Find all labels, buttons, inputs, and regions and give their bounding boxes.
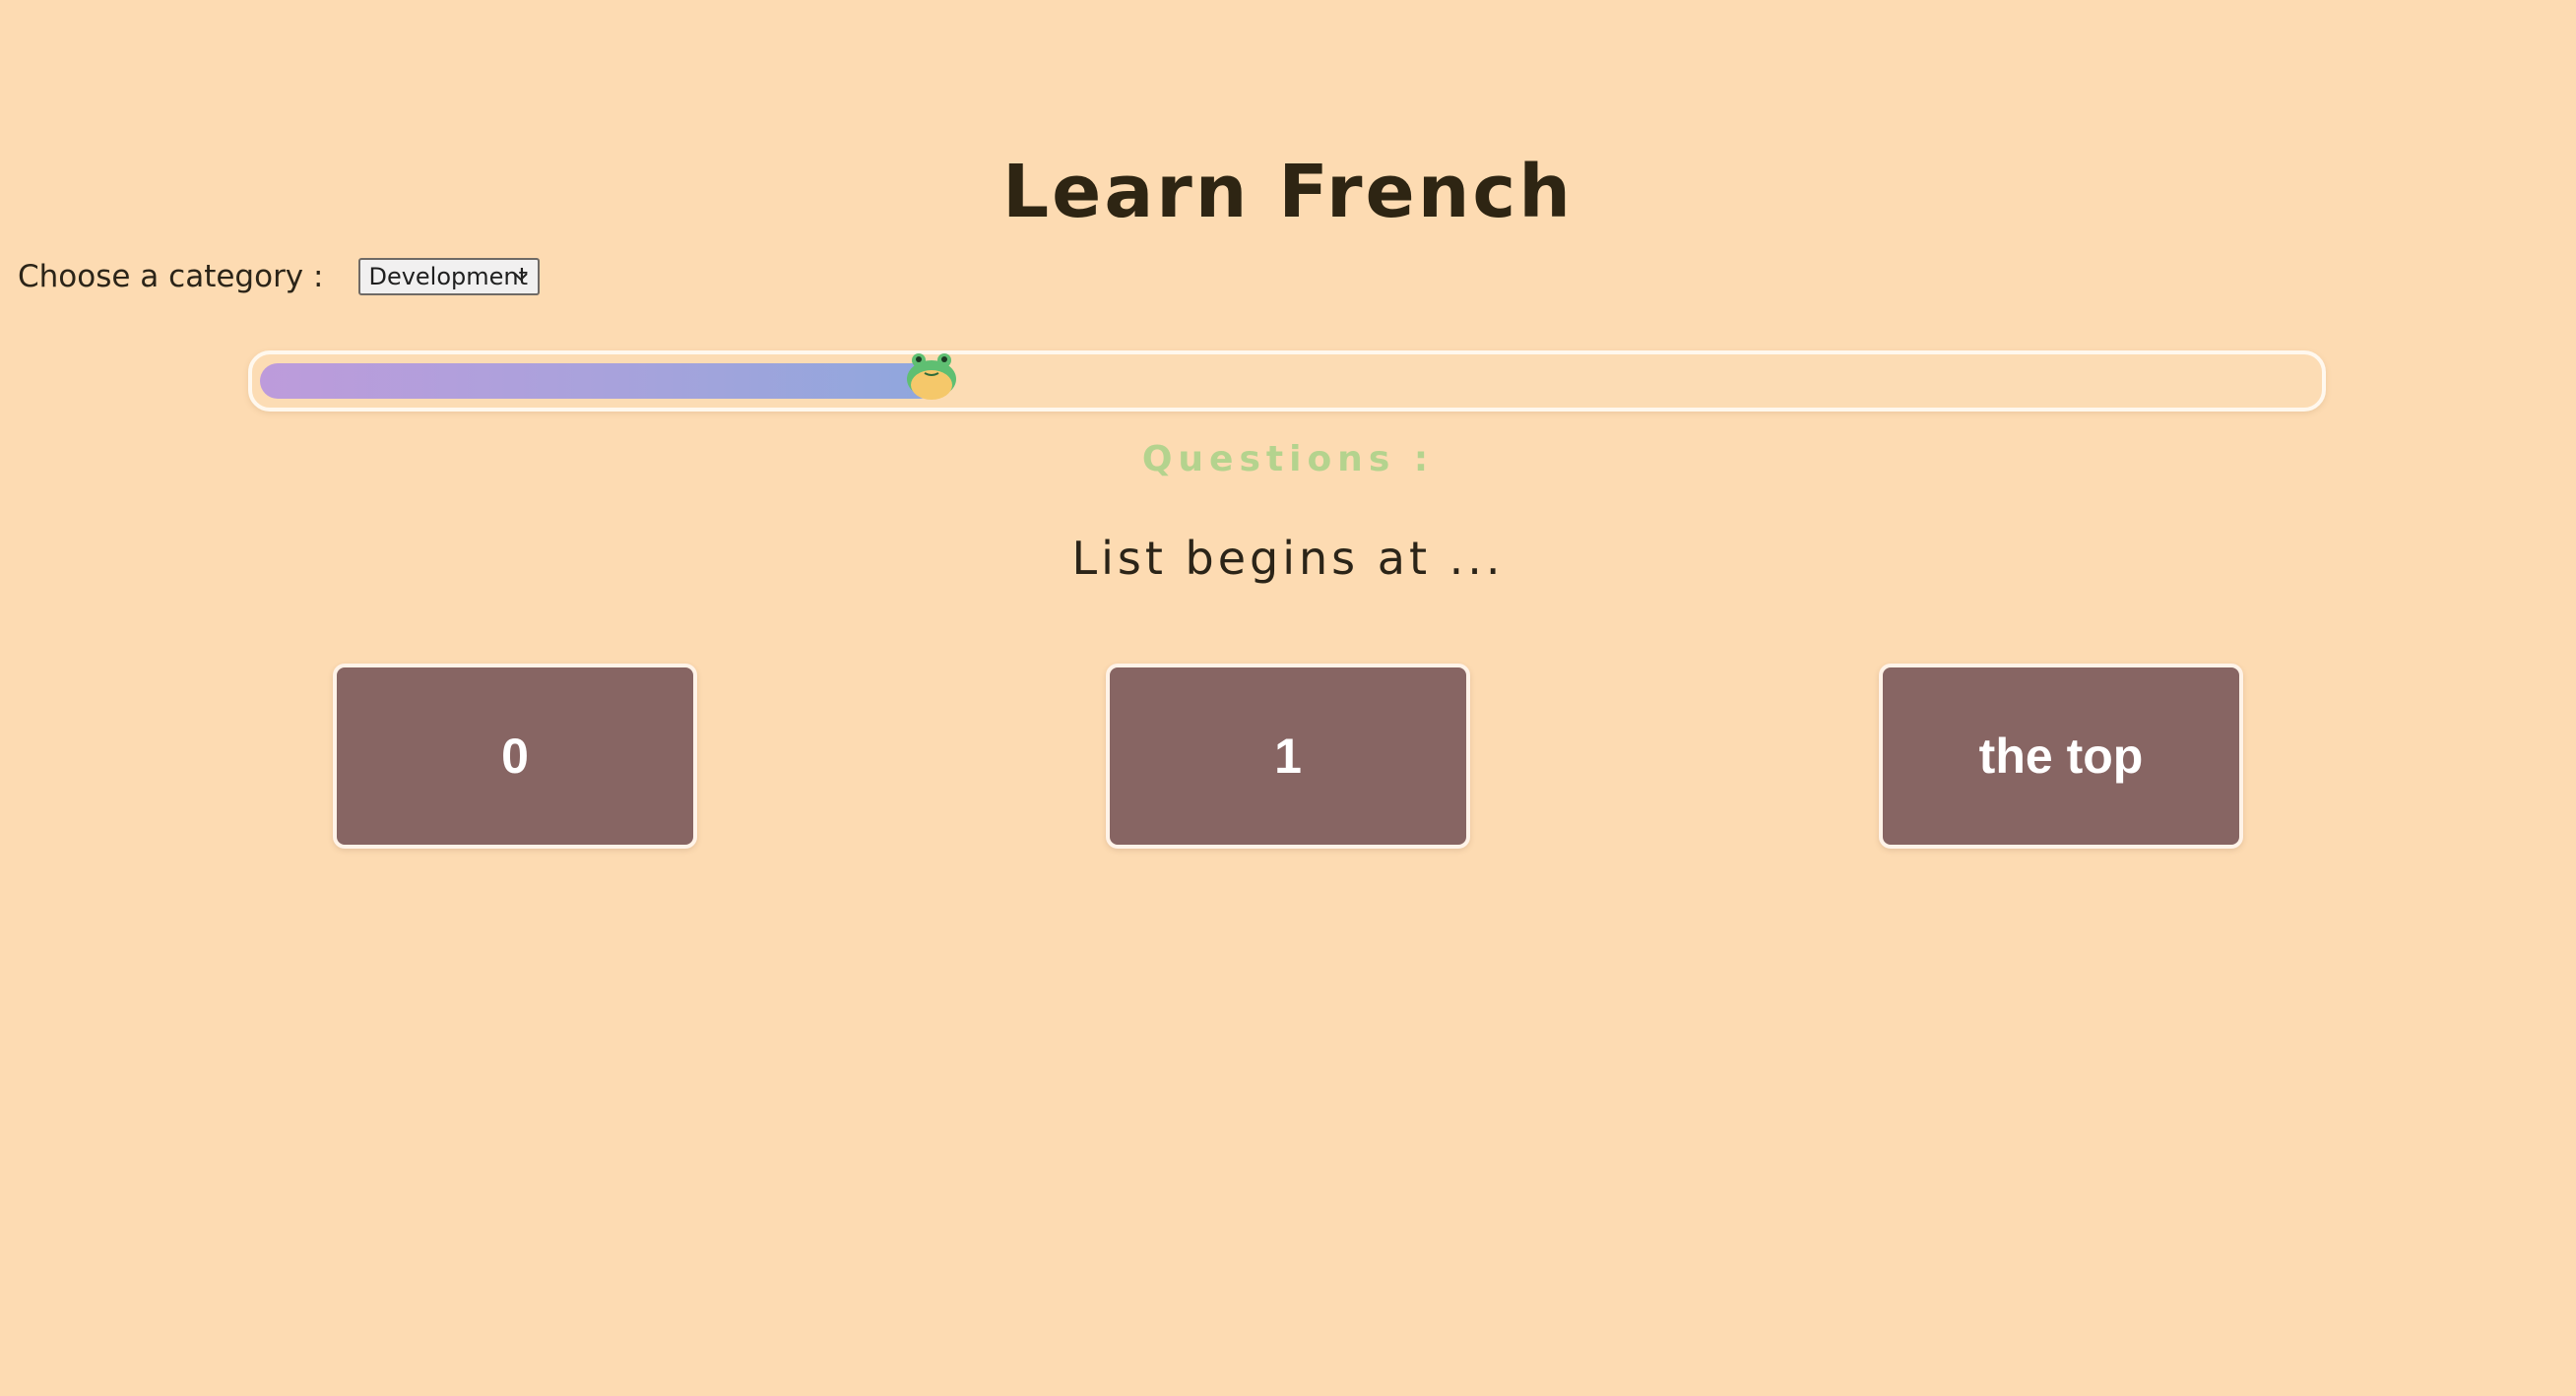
category-select-value: Development [368, 263, 529, 290]
question-text: List begins at ... [1071, 532, 1505, 585]
page-title: Learn French [1002, 150, 1574, 234]
answer-button-2[interactable]: the top [1879, 664, 2243, 849]
frog-icon [907, 353, 956, 400]
questions-label: Questions : [1141, 439, 1435, 479]
progress-bar [248, 350, 2326, 412]
category-select[interactable]: Development [358, 258, 541, 295]
category-label: Choose a category : [18, 259, 324, 294]
category-picker: Choose a category : Development [18, 254, 541, 299]
answer-button-1[interactable]: 1 [1106, 664, 1470, 849]
answer-button-0[interactable]: 0 [333, 664, 697, 849]
chevron-down-icon [514, 273, 529, 282]
progress-fill [260, 363, 937, 399]
